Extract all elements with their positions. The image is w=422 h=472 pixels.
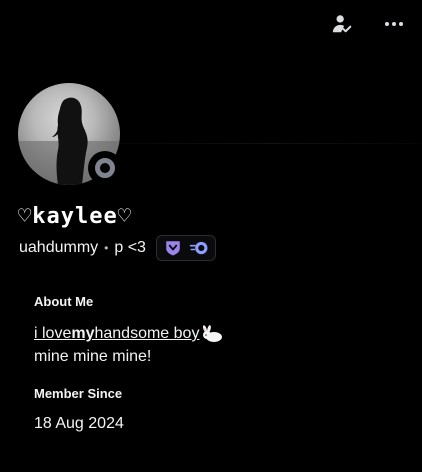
pronouns: p <3 bbox=[114, 239, 146, 256]
avatar[interactable] bbox=[18, 83, 122, 185]
profile-tag-row: uahdummy • p <3 bbox=[19, 234, 216, 262]
separator-dot: • bbox=[104, 241, 109, 255]
bio-text-bold: my bbox=[71, 325, 95, 342]
about-me-heading: About Me bbox=[34, 294, 94, 309]
hypesquad-balance-badge-icon[interactable] bbox=[163, 238, 183, 258]
badge-list bbox=[155, 235, 216, 261]
more-options-icon[interactable] bbox=[382, 12, 406, 36]
profile-header-actions bbox=[330, 12, 406, 36]
bio-text-pre: i love bbox=[34, 325, 72, 342]
bio-line-2: mine mine mine! bbox=[34, 348, 152, 365]
user-profile-panel: ♡kaylee♡ uahdummy • p <3 About Me i love… bbox=[0, 0, 422, 472]
username: uahdummy bbox=[19, 239, 99, 256]
bunny-emoji-icon bbox=[201, 325, 225, 343]
display-name: ♡kaylee♡ bbox=[18, 204, 132, 229]
banner-divider bbox=[120, 143, 422, 144]
add-friend-check-icon[interactable] bbox=[330, 12, 354, 36]
bio-line-1: i love my handsome boy bbox=[34, 325, 225, 343]
nitro-badge-icon[interactable] bbox=[189, 238, 209, 258]
member-since-date: 18 Aug 2024 bbox=[34, 415, 124, 432]
status-indicator-offline-icon bbox=[88, 151, 122, 185]
member-since-heading: Member Since bbox=[34, 386, 123, 401]
bio-text-post: handsome boy bbox=[94, 325, 200, 342]
